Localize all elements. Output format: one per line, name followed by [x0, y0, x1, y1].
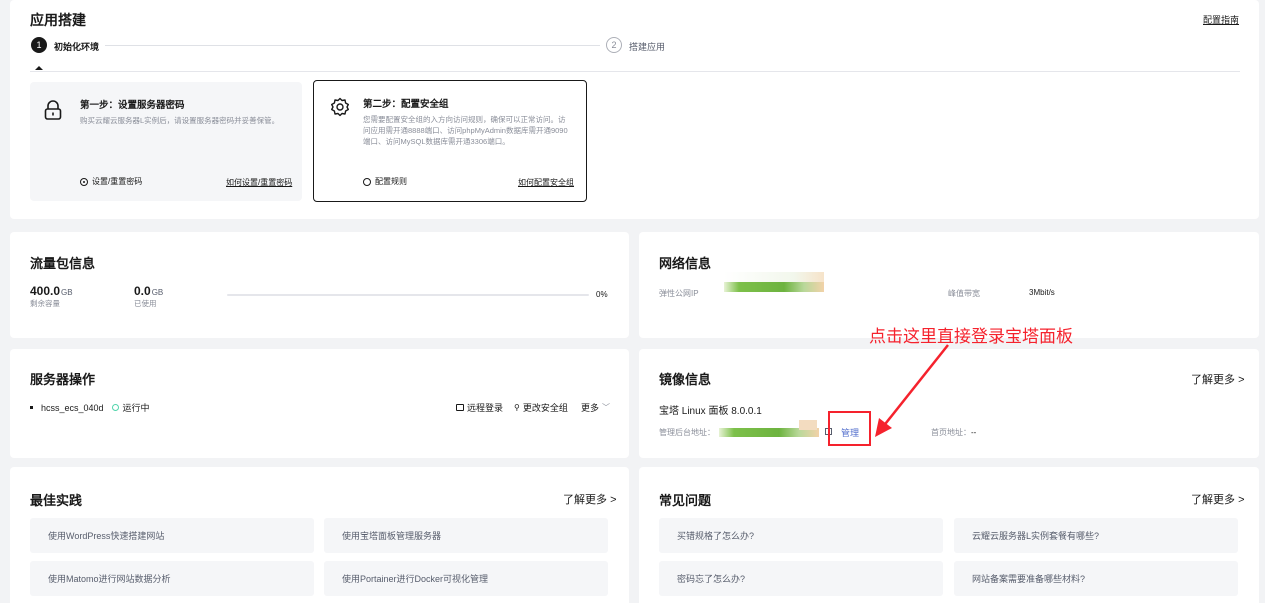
lock-icon — [44, 100, 62, 120]
step-1-circle[interactable]: 1 — [31, 37, 47, 53]
best-practice-item[interactable]: 使用宝塔面板管理服务器 — [324, 518, 608, 553]
config-guide-link[interactable]: 配置指南 — [1203, 13, 1239, 26]
remote-login-button[interactable]: 远程登录 — [456, 401, 503, 414]
traffic-card: 流量包信息 400.0GB 剩余容量 0.0GB 已使用 0% — [10, 232, 629, 338]
image-name: 宝塔 Linux 面板 8.0.0.1 — [659, 406, 762, 417]
settings-icon — [363, 177, 371, 186]
home-url-label-text: 首页地址： — [931, 428, 971, 437]
network-title: 网络信息 — [659, 256, 712, 271]
home-url-value: -- — [971, 428, 977, 437]
best-practice-item[interactable]: 使用Portainer进行Docker可视化管理 — [324, 561, 608, 596]
server-row: hcss_ecs_040d 运行中 — [30, 401, 150, 414]
chevron-right-icon: > — [1238, 374, 1245, 386]
security-group-card[interactable]: 第二步：配置安全组 您需要配置安全组的入方向访问规则，确保可以正常访问。访问应用… — [313, 80, 587, 202]
best-practice-item[interactable]: 使用Matomo进行网站数据分析 — [30, 561, 314, 596]
stepper-line — [105, 45, 600, 46]
step-2-circle[interactable]: 2 — [606, 37, 622, 53]
best-practice-item[interactable]: 使用WordPress快速搭建网站 — [30, 518, 314, 553]
faq-title: 常见问题 — [659, 493, 712, 508]
security-group-action[interactable]: 配置规则 — [363, 176, 407, 187]
best-practice-title: 最佳实践 — [30, 493, 83, 508]
home-url-label: 首页地址：-- — [931, 427, 976, 438]
traffic-remaining-value: 400.0 — [30, 284, 61, 298]
set-password-help-link[interactable]: 如何设置/重置密码 — [226, 177, 292, 188]
image-more-label: 了解更多 — [1191, 374, 1235, 386]
annotation-text: 点击这里直接登录宝塔面板 — [869, 327, 1073, 346]
security-group-action-label: 配置规则 — [375, 177, 407, 186]
bandwidth-label: 峰值带宽 — [948, 289, 980, 298]
faq-item[interactable]: 买错规格了怎么办? — [659, 518, 943, 553]
security-group-help-link[interactable]: 如何配置安全组 — [518, 177, 574, 188]
traffic-used-label: 已使用 — [134, 299, 157, 308]
chevron-right-icon: > — [610, 494, 617, 506]
server-bullet — [30, 406, 33, 409]
step-indicator-arrow — [35, 66, 43, 70]
faq-item[interactable]: 密码忘了怎么办? — [659, 561, 943, 596]
traffic-used: 0.0GB 已使用 — [134, 284, 163, 309]
shield-icon: ⚲ — [514, 403, 520, 412]
set-password-card[interactable]: 第一步：设置服务器密码 购买云耀云服务器L实例后，请设置服务器密码并妥善保管。 … — [30, 82, 302, 201]
image-info-card: 镜像信息 了解更多 > 宝塔 Linux 面板 8.0.0.1 管理后台地址： … — [639, 349, 1259, 458]
step-1-label[interactable]: 初始化环境 — [54, 40, 99, 53]
server-ops-title: 服务器操作 — [30, 372, 96, 387]
server-name[interactable]: hcss_ecs_040d — [41, 403, 104, 413]
faq-item[interactable]: 云耀云服务器L实例套餐有哪些? — [954, 518, 1238, 553]
eip-value-redacted — [724, 282, 824, 292]
traffic-percent: 0% — [596, 290, 608, 299]
step-divider — [30, 71, 1240, 72]
best-practice-card: 最佳实践 了解更多 > 使用WordPress快速搭建网站 使用宝塔面板管理服务… — [10, 467, 629, 603]
traffic-used-unit: GB — [151, 288, 164, 297]
traffic-progress-track — [227, 294, 589, 296]
traffic-title: 流量包信息 — [30, 256, 96, 271]
admin-url-redaction-top — [799, 420, 817, 430]
monitor-icon — [456, 404, 464, 411]
running-status-icon — [111, 404, 119, 411]
server-status: 运行中 — [122, 403, 150, 413]
eip-redaction-top — [724, 272, 824, 282]
more-label: 更多 — [581, 403, 600, 413]
image-more-link[interactable]: 了解更多 > — [1191, 371, 1245, 387]
eip-label: 弹性公网IP — [659, 289, 699, 298]
traffic-remaining: 400.0GB 剩余容量 — [30, 284, 73, 309]
best-practice-more-label: 了解更多 — [563, 494, 607, 506]
change-sg-label: 更改安全组 — [522, 403, 568, 413]
set-password-action-label: 设置/重置密码 — [92, 177, 143, 186]
app-build-card: 应用搭建 配置指南 1 初始化环境 2 搭建应用 第一步：设置服务器密码 购买云… — [10, 0, 1259, 219]
faq-item[interactable]: 网站备案需要准备哪些材料? — [954, 561, 1238, 596]
step-1-number: 1 — [36, 40, 42, 50]
remote-login-label: 远程登录 — [467, 403, 504, 413]
gear-icon — [330, 97, 350, 117]
security-group-title: 第二步：配置安全组 — [363, 99, 449, 110]
faq-card: 常见问题 了解更多 > 买错规格了怎么办? 云耀云服务器L实例套餐有哪些? 密码… — [639, 467, 1259, 603]
change-sg-button[interactable]: ⚲ 更改安全组 — [514, 401, 568, 414]
step-2-label[interactable]: 搭建应用 — [629, 40, 665, 53]
manage-link[interactable]: 管理 — [841, 426, 859, 439]
chevron-right-icon: > — [1238, 494, 1245, 506]
more-dropdown[interactable]: 更多 ﹀ — [581, 401, 610, 414]
app-build-title: 应用搭建 — [30, 12, 86, 28]
security-group-desc: 您需要配置安全组的入方向访问规则，确保可以正常访问。访问应用需开通8888端口、… — [363, 115, 568, 146]
set-password-title: 第一步：设置服务器密码 — [80, 100, 185, 111]
step-2-number: 2 — [611, 40, 617, 50]
set-password-desc: 购买云耀云服务器L实例后，请设置服务器密码并妥善保管。 — [80, 116, 280, 125]
best-practice-more-link[interactable]: 了解更多 > — [563, 491, 617, 507]
faq-more-label: 了解更多 — [1191, 494, 1235, 506]
traffic-remaining-label: 剩余容量 — [30, 299, 60, 308]
set-password-action[interactable]: 设置/重置密码 — [80, 176, 142, 187]
server-ops-card: 服务器操作 hcss_ecs_040d 运行中 远程登录 ⚲ 更改安全组 更多 … — [10, 349, 629, 458]
chevron-down-icon: ﹀ — [602, 403, 611, 412]
traffic-remaining-unit: GB — [61, 288, 73, 297]
traffic-used-value: 0.0 — [134, 284, 151, 298]
target-icon — [80, 177, 88, 186]
admin-url-label: 管理后台地址： — [659, 428, 715, 437]
bandwidth-value: 3Mbit/s — [1029, 288, 1055, 297]
image-info-title: 镜像信息 — [659, 372, 712, 387]
faq-more-link[interactable]: 了解更多 > — [1191, 491, 1245, 507]
